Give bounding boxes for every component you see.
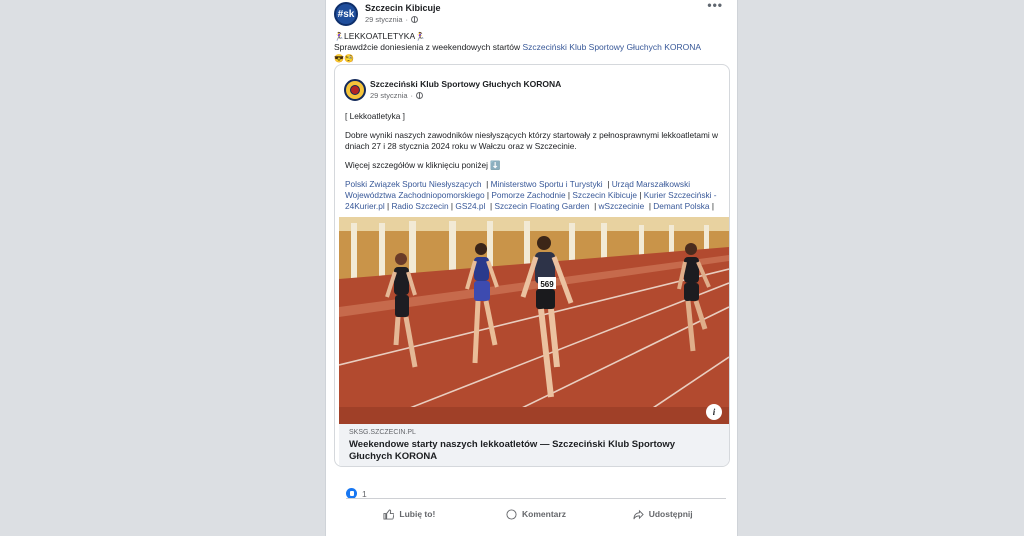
facebook-post: #sk Szczecin Kibicuje 29 stycznia · ••• … — [325, 0, 738, 536]
athletics-photo: 569 — [339, 217, 729, 424]
shared-description: Dobre wyniki naszych zawodników niesłysz… — [345, 130, 719, 151]
post-heading-text: LEKKOATLETYKA — [343, 31, 416, 41]
link-domain: sksg.szczecin.pl — [349, 429, 416, 436]
runner-emoji: 🏃‍♀️ — [415, 32, 426, 41]
crest-icon — [350, 85, 360, 95]
partner-link[interactable]: Polski Związek Sportu Niesłyszących — [345, 179, 481, 189]
speech-bubble-icon — [506, 508, 517, 520]
shared-page-avatar[interactable] — [344, 79, 366, 101]
shared-more-info: Więcej szczegółów w kliknięciu poniżej ⬇… — [345, 160, 501, 170]
partners-list: Polski Związek Sportu Niesłyszących | Mi… — [345, 179, 717, 211]
info-icon[interactable]: i — [706, 404, 722, 420]
reaction-count: 1 — [362, 488, 367, 499]
shared-meta: 29 stycznia · — [370, 91, 424, 100]
partner-link[interactable]: Szczecin Floating Garden — [494, 201, 589, 211]
shared-date[interactable]: 29 stycznia — [370, 91, 408, 100]
comment-label: Komentarz — [522, 509, 566, 519]
link-preview[interactable]: sksg.szczecin.pl Weekendowe starty naszy… — [339, 424, 729, 466]
page-avatar[interactable]: #sk — [334, 2, 358, 26]
globe-icon — [411, 16, 419, 23]
like-label: Lubię to! — [399, 509, 436, 519]
page-background-left — [0, 0, 325, 536]
page-background-right — [738, 0, 1024, 536]
comment-button[interactable]: Komentarz — [473, 500, 600, 528]
partner-link[interactable]: Ministerstwo Sportu i Turystyki — [491, 179, 603, 189]
shared-tag: [ Lekkoatletyka ] — [345, 111, 405, 121]
post-text: 🏃‍♀️LEKKOATLETYKA🏃‍♀️ Sprawdźcie doniesi… — [334, 31, 724, 64]
link-title: Weekendowe starty naszych lekkoatletów —… — [349, 439, 676, 462]
avatar-text: #sk — [337, 8, 355, 20]
partner-link[interactable]: Demant Polska — [653, 201, 709, 211]
post-author[interactable]: Szczecin Kibicuje — [365, 3, 441, 13]
actions-divider — [346, 498, 726, 499]
partner-link[interactable]: Radio Szczecin — [391, 201, 448, 211]
like-button[interactable]: Lubię to! — [346, 500, 473, 528]
post-emojis: 😎🧐 — [334, 54, 354, 63]
post-date[interactable]: 29 stycznia — [365, 15, 403, 24]
partner-link[interactable]: Pomorze Zachodnie — [491, 190, 565, 200]
post-body-prefix: Sprawdźcie doniesienia z weekendowych st… — [334, 42, 523, 52]
mention-link[interactable]: Szczeciński Klub Sportowy Głuchych KORON… — [523, 42, 702, 52]
shared-post: Szczeciński Klub Sportowy Głuchych KORON… — [334, 64, 730, 467]
more-options-button[interactable]: ••• — [707, 0, 723, 12]
bib-number: 569 — [540, 280, 554, 289]
partner-link[interactable]: GS24.pl — [455, 201, 485, 211]
shared-author[interactable]: Szczeciński Klub Sportowy Głuchych KORON… — [370, 79, 561, 89]
partner-link[interactable]: Szczecin Kibicuje — [572, 190, 637, 200]
share-label: Udostępnij — [648, 509, 693, 519]
post-body-line: Sprawdźcie doniesienia z weekendowych st… — [334, 42, 724, 53]
shared-photo[interactable]: 569 i — [339, 217, 729, 424]
post-actions: Lubię to! Komentarz Udostępnij — [346, 500, 726, 528]
share-button[interactable]: Udostępnij — [599, 500, 726, 528]
post-meta: 29 stycznia · — [365, 15, 419, 24]
globe-icon — [416, 92, 424, 99]
post-heading: 🏃‍♀️LEKKOATLETYKA🏃‍♀️ — [334, 31, 724, 42]
share-arrow-icon — [633, 509, 644, 519]
runner-emoji: 🏃‍♀️ — [334, 32, 344, 41]
shared-body: [ Lekkoatletyka ] Dobre wyniki naszych z… — [345, 111, 720, 220]
partner-link[interactable]: wSzczecinie — [599, 201, 645, 211]
thumbs-up-icon — [383, 508, 395, 520]
